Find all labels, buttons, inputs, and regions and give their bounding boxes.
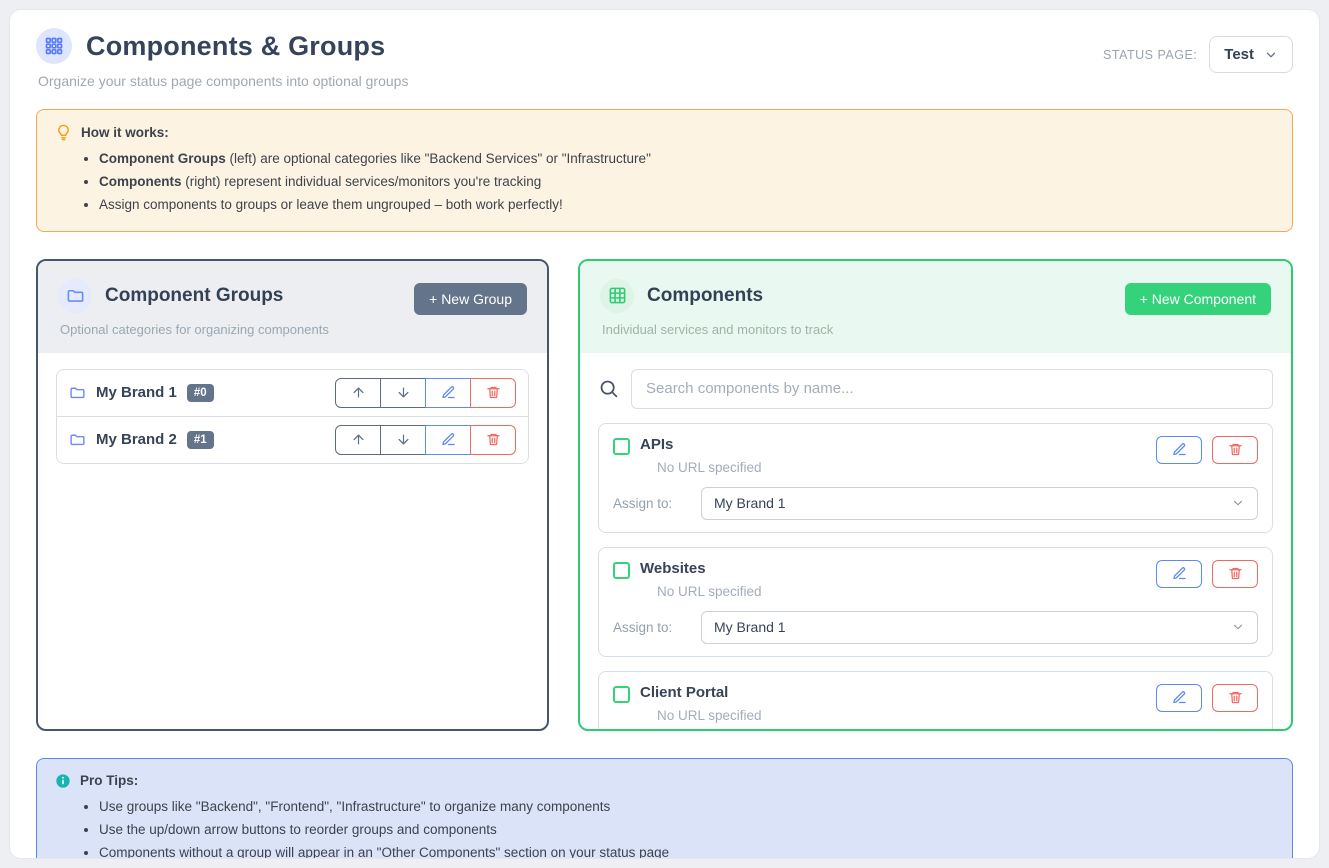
search-input[interactable] <box>631 369 1273 409</box>
component-url-status: No URL specified <box>657 708 762 723</box>
components-panel-title: Components <box>647 285 763 307</box>
edit-group-button[interactable] <box>425 378 471 408</box>
page-title: Components & Groups <box>86 31 385 62</box>
pro-tips-title: Pro Tips: <box>80 773 138 788</box>
group-order-badge: #0 <box>187 384 214 402</box>
new-component-button[interactable]: + New Component <box>1125 283 1271 315</box>
group-row: My Brand 2 #1 <box>57 416 528 463</box>
group-list: My Brand 1 #0 My Brand 2 <box>56 369 529 464</box>
page-card: Components & Groups Organize your status… <box>9 9 1320 859</box>
component-checkbox[interactable] <box>613 438 630 455</box>
assign-group-select[interactable]: My Brand 1 <box>701 487 1258 520</box>
chevron-down-icon <box>1264 48 1278 62</box>
component-url-status: No URL specified <box>657 584 762 599</box>
groups-panel-title: Component Groups <box>105 285 283 307</box>
trash-icon <box>486 432 501 447</box>
components-grid-icon <box>36 28 72 64</box>
arrow-down-icon <box>396 432 411 447</box>
assign-group-select[interactable]: My Brand 1 <box>701 611 1258 644</box>
move-up-button[interactable] <box>335 378 381 408</box>
trash-icon <box>1228 566 1243 581</box>
chevron-down-icon <box>1231 496 1245 510</box>
info-icon <box>55 773 71 789</box>
groups-panel-subtitle: Optional categories for organizing compo… <box>60 322 527 337</box>
page-subtitle: Organize your status page components int… <box>38 73 408 89</box>
edit-component-button[interactable] <box>1156 560 1202 588</box>
group-name: My Brand 2 <box>96 431 177 448</box>
status-page-label: STATUS PAGE: <box>1103 48 1197 62</box>
components-panel: Components Individual services and monit… <box>578 259 1293 731</box>
how-it-works-bullet: Component Groups (left) are optional cat… <box>99 150 1274 168</box>
pencil-icon <box>441 432 456 447</box>
component-groups-panel: Component Groups Optional categories for… <box>36 259 549 731</box>
status-page-select[interactable]: Test <box>1209 36 1293 73</box>
trash-icon <box>486 385 501 400</box>
folder-icon <box>69 431 86 448</box>
group-order-badge: #1 <box>187 431 214 449</box>
pencil-icon <box>1172 690 1187 705</box>
component-name: APIs <box>640 436 762 453</box>
how-it-works-title: How it works: <box>81 125 169 140</box>
components-panel-subtitle: Individual services and monitors to trac… <box>602 322 1271 337</box>
how-it-works-list: Component Groups (left) are optional cat… <box>99 150 1274 215</box>
page-header: Components & Groups Organize your status… <box>36 28 1293 89</box>
delete-component-button[interactable] <box>1212 684 1258 712</box>
move-down-button[interactable] <box>380 378 426 408</box>
lightbulb-icon <box>55 124 72 141</box>
status-page-value: Test <box>1224 46 1254 63</box>
delete-component-button[interactable] <box>1212 560 1258 588</box>
delete-component-button[interactable] <box>1212 436 1258 464</box>
how-it-works-box: How it works: Component Groups (left) ar… <box>36 109 1293 232</box>
component-name: Websites <box>640 560 762 577</box>
group-name: My Brand 1 <box>96 384 177 401</box>
edit-group-button[interactable] <box>425 425 471 455</box>
how-it-works-bullet: Components (right) represent individual … <box>99 173 1274 191</box>
folder-icon <box>58 279 92 313</box>
group-row: My Brand 1 #0 <box>57 370 528 416</box>
edit-component-button[interactable] <box>1156 684 1202 712</box>
pro-tips-bullet: Use groups like "Backend", "Frontend", "… <box>99 798 1274 816</box>
delete-group-button[interactable] <box>470 425 516 455</box>
arrow-up-icon <box>351 432 366 447</box>
assign-to-label: Assign to: <box>613 496 701 511</box>
component-card: Websites No URL specified Assign to: My … <box>598 547 1273 657</box>
component-card: Client Portal No URL specified Assign to… <box>598 671 1273 731</box>
move-down-button[interactable] <box>380 425 426 455</box>
delete-group-button[interactable] <box>470 378 516 408</box>
search-icon <box>598 378 619 399</box>
trash-icon <box>1228 442 1243 457</box>
arrow-down-icon <box>396 385 411 400</box>
move-up-button[interactable] <box>335 425 381 455</box>
pro-tips-list: Use groups like "Backend", "Frontend", "… <box>99 798 1274 859</box>
component-name: Client Portal <box>640 684 762 701</box>
arrow-up-icon <box>351 385 366 400</box>
edit-component-button[interactable] <box>1156 436 1202 464</box>
trash-icon <box>1228 690 1243 705</box>
pro-tips-bullet: Components without a group will appear i… <box>99 844 1274 859</box>
folder-icon <box>69 384 86 401</box>
pencil-icon <box>1172 442 1187 457</box>
component-checkbox[interactable] <box>613 562 630 579</box>
pro-tips-bullet: Use the up/down arrow buttons to reorder… <box>99 821 1274 839</box>
chevron-down-icon <box>1231 620 1245 634</box>
pencil-icon <box>1172 566 1187 581</box>
component-url-status: No URL specified <box>657 460 762 475</box>
component-card: APIs No URL specified Assign to: My Bran… <box>598 423 1273 533</box>
assign-group-value: My Brand 1 <box>714 495 786 511</box>
component-checkbox[interactable] <box>613 686 630 703</box>
how-it-works-bullet: Assign components to groups or leave the… <box>99 196 1274 214</box>
new-group-button[interactable]: + New Group <box>414 283 527 315</box>
assign-group-value: My Brand 1 <box>714 619 786 635</box>
pro-tips-box: Pro Tips: Use groups like "Backend", "Fr… <box>36 758 1293 859</box>
table-grid-icon <box>600 279 634 313</box>
assign-to-label: Assign to: <box>613 620 701 635</box>
pencil-icon <box>441 385 456 400</box>
